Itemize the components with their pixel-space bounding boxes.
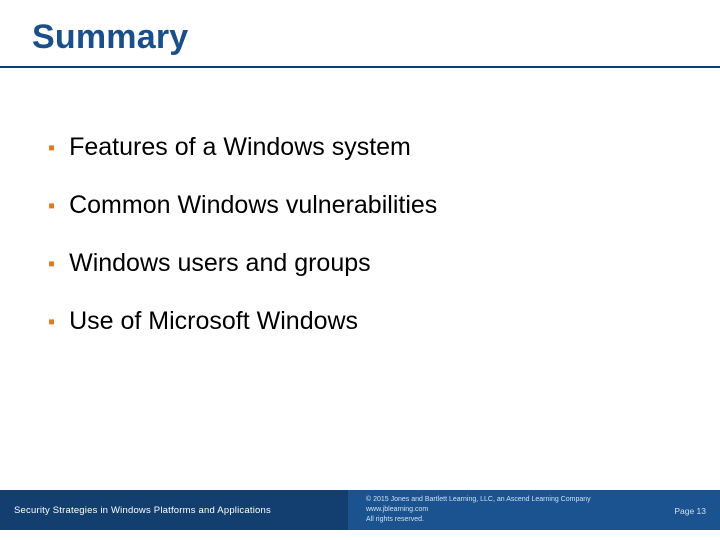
footer: Security Strategies in Windows Platforms… [0,486,720,530]
bullet-text: Features of a Windows system [69,132,411,162]
list-item: ▪ Windows users and groups [48,248,680,278]
bullet-icon: ▪ [48,134,55,162]
bullet-icon: ▪ [48,192,55,220]
list-item: ▪ Common Windows vulnerabilities [48,190,680,220]
page-number: Page 13 [674,506,706,516]
rights-line: All rights reserved. [366,515,591,525]
slide-title: Summary [32,18,720,57]
book-title: Security Strategies in Windows Platforms… [14,505,271,516]
bullet-text: Windows users and groups [69,248,371,278]
url-line: www.jblearning.com [366,505,591,515]
bullet-text: Use of Microsoft Windows [69,306,358,336]
slide: Summary ▪ Features of a Windows system ▪… [0,0,720,540]
footer-left: Security Strategies in Windows Platforms… [0,490,348,530]
list-item: ▪ Use of Microsoft Windows [48,306,680,336]
bullet-icon: ▪ [48,308,55,336]
title-underline [0,66,720,68]
legal-block: © 2015 Jones and Bartlett Learning, LLC,… [366,495,591,525]
bullet-list: ▪ Features of a Windows system ▪ Common … [48,132,680,364]
bullet-text: Common Windows vulnerabilities [69,190,437,220]
list-item: ▪ Features of a Windows system [48,132,680,162]
copyright-line: © 2015 Jones and Bartlett Learning, LLC,… [366,495,591,505]
footer-right: © 2015 Jones and Bartlett Learning, LLC,… [348,490,720,530]
title-area: Summary [0,0,720,57]
bullet-icon: ▪ [48,250,55,278]
